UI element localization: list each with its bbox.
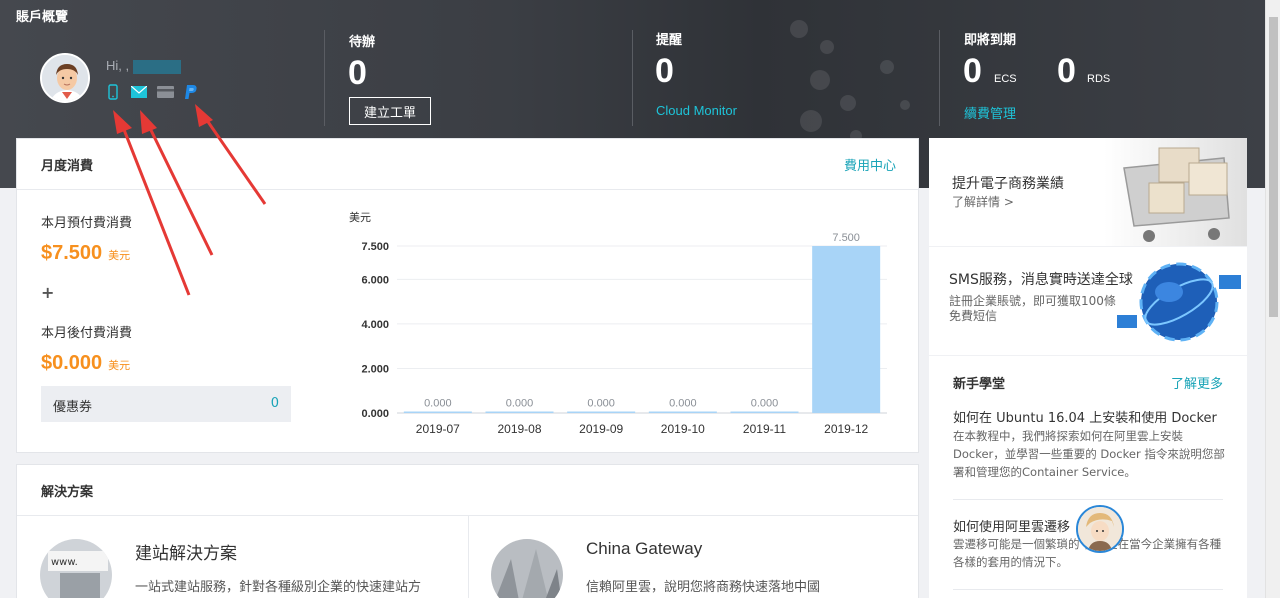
assistant-avatar-bubble[interactable] [1076,505,1124,553]
bar-value-label: 7.500 [832,232,860,244]
solutions-title: 解決方案 [41,485,94,500]
monthly-consumption-panel: 月度消費 費用中心 本月預付費消費 $7.500 美元 + 本月後付費消費 $0.… [16,138,919,453]
mobile-icon[interactable] [104,84,122,100]
promo-title: 提升電子商務業績 [952,176,1064,192]
y-tick-label: 4.000 [361,319,389,331]
todo-label: 待辦 [349,35,376,50]
redacted-username [133,59,182,74]
y-tick-label: 7.500 [361,241,389,253]
website-solution-image-text: www. [51,557,78,568]
bar-value-label: 0.000 [424,398,452,410]
page-scrollbar[interactable] [1265,0,1280,598]
promo-title: SMS服務，消息實時送達全球 [949,272,1133,288]
page-title: 賬戶概覽 [16,10,69,25]
website-solution-image[interactable]: www. [40,539,112,598]
china-gateway-title[interactable]: China Gateway [586,539,702,559]
y-axis-unit-label: 美元 [349,211,371,224]
postpaid-label: 本月後付費消費 [41,326,133,341]
chart-bar [730,411,799,413]
header-divider [939,30,940,126]
chart-bar [648,411,717,413]
card-icon[interactable] [156,84,174,100]
article-title[interactable]: 如何在 Ubuntu 16.04 上安裝和使用 Docker [953,407,1217,426]
chart-bar [485,411,554,413]
rds-unit: RDS [1087,73,1111,85]
solutions-panel: 解決方案 www. 建站解決方案 一站式建站服務，針對各種級別企業的快速建站方 … [16,464,919,598]
expiring-label: 即將到期 [964,33,1017,48]
article-title[interactable]: 如何使用阿里雲遷移 [953,516,1070,535]
avatar[interactable] [40,53,90,103]
beginner-academy-panel: 新手學堂 了解更多 如何在 Ubuntu 16.04 上安裝和使用 Docker… [929,356,1247,598]
y-tick-label: 0.000 [361,408,389,420]
monthly-consumption-chart: 美元 0.000 2.000 4.000 6.000 7.500 0.000 2019-07 0… [349,211,887,436]
panel-header: 月度消費 費用中心 [17,139,918,190]
todo-value: 0 [348,54,367,92]
coupon-row[interactable]: 優惠券 0 [41,386,291,422]
ecs-unit: ECS [994,73,1017,85]
solutions-divider [468,516,469,598]
chart-bar [567,411,636,413]
rds-expiring-value: 0 [1057,52,1076,90]
y-tick-label: 2.000 [361,363,389,375]
x-tick-label: 2019-12 [824,422,868,436]
email-icon[interactable] [130,84,148,100]
greeting-text: Hi, , [106,58,130,73]
contact-icons [104,84,200,100]
bar-value-label: 0.000 [669,398,697,410]
greeting: Hi, , [106,58,182,74]
bar-value-label: 0.000 [587,398,615,410]
x-tick-label: 2019-08 [497,422,541,436]
prepaid-label: 本月預付費消費 [41,216,133,231]
sms-service-promo-card[interactable]: SMS服務，消息實時送達全球 註冊企業賬號，即可獲取100條免費短信 [929,247,1247,355]
cloud-monitor-link[interactable]: Cloud Monitor [656,103,737,118]
x-tick-label: 2019-10 [661,422,705,436]
x-tick-label: 2019-09 [579,422,623,436]
postpaid-amount-value: $0.000 [41,352,103,374]
plus-sign: + [41,283,55,302]
chart-bar [812,246,881,413]
article-separator [953,589,1223,590]
shopping-cart-image [1104,138,1247,246]
billing-center-link[interactable]: 費用中心 [844,155,896,174]
renewal-management-link[interactable]: 續費管理 [964,103,1016,122]
ecommerce-promo-card[interactable]: 提升電子商務業績 了解詳情 > [929,138,1247,246]
article-body: 在本教程中，我們將探索如何在阿里雲上安裝Docker，並學習一些重要的 Dock… [953,429,1225,479]
postpaid-amount: $0.000 美元 [41,352,130,375]
header-divider [632,30,633,126]
coupon-label: 優惠券 [53,400,93,415]
currency-label: 美元 [108,360,131,372]
prepaid-amount-value: $7.500 [41,242,103,264]
y-tick-label: 6.000 [361,274,389,286]
prepaid-amount: $7.500 美元 [41,242,130,265]
alerts-value: 0 [655,52,674,90]
chart-bar [403,411,472,413]
promo-learn-more-link[interactable]: 了解詳情 > [952,195,1014,210]
paypal-icon[interactable] [182,84,200,100]
academy-title: 新手學堂 [953,377,1006,392]
scrollbar-thumb[interactable] [1269,17,1278,317]
currency-label: 美元 [108,250,131,262]
china-gateway-image[interactable] [491,539,563,598]
china-gateway-desc: 信賴阿里雲，說明您將商務快速落地中國 [586,580,821,595]
create-ticket-button[interactable]: 建立工單 [349,97,431,125]
coupon-value[interactable]: 0 [271,396,279,411]
article-separator [953,499,1223,500]
website-solution-title[interactable]: 建站解決方案 [135,539,237,564]
header-divider [324,30,325,126]
website-solution-desc: 一站式建站服務，針對各種級別企業的快速建站方 [135,580,422,595]
panel-header: 解決方案 [17,465,918,516]
monthly-title: 月度消費 [41,159,94,174]
ecs-expiring-value: 0 [963,52,982,90]
bar-value-label: 0.000 [506,398,534,410]
promo-subtitle: 註冊企業賬號，即可獲取100條免費短信 [949,294,1116,323]
alerts-label: 提醒 [656,33,683,48]
x-tick-label: 2019-07 [416,422,460,436]
learn-more-link[interactable]: 了解更多 [1171,373,1223,392]
x-tick-label: 2019-11 [743,422,786,436]
bar-value-label: 0.000 [751,398,779,410]
